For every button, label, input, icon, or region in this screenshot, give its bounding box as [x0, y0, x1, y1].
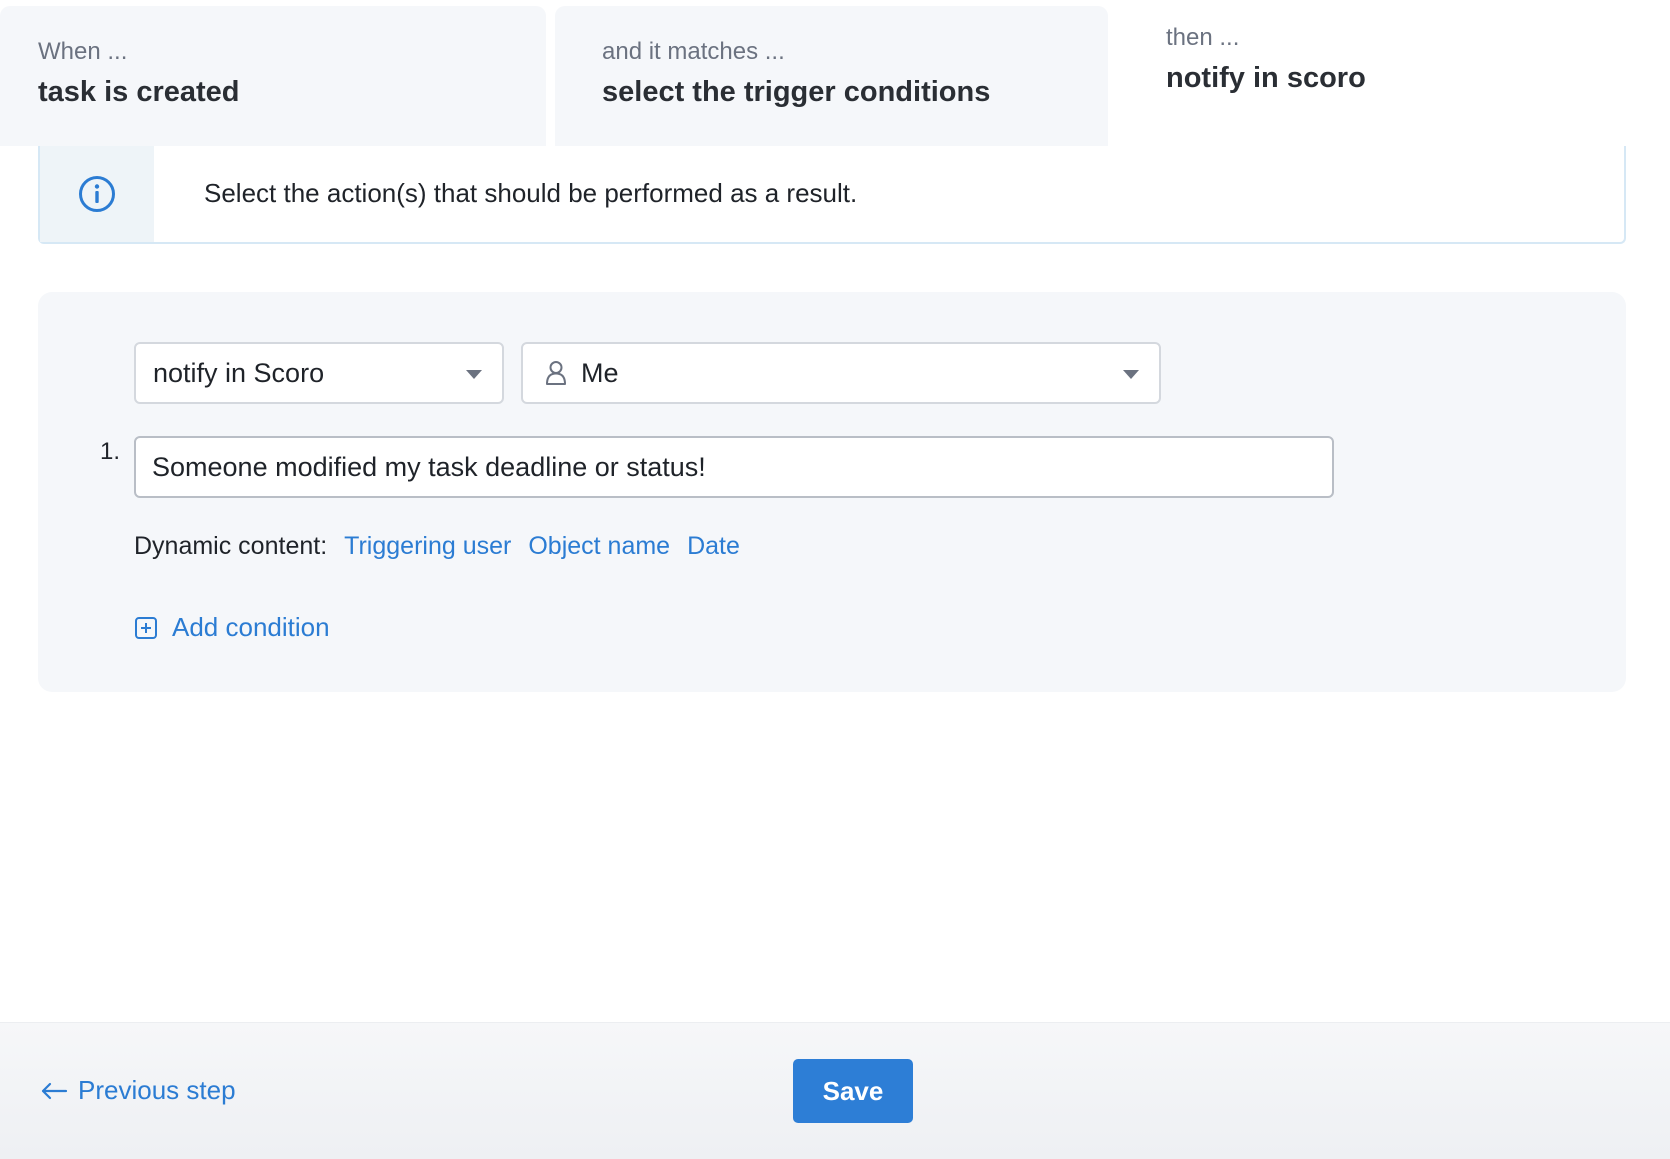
action-type-value: notify in Scoro	[153, 357, 325, 388]
dynamic-link-object-name[interactable]: Object name	[528, 532, 670, 561]
step-when-label: When ...	[38, 38, 128, 65]
info-icon	[79, 176, 115, 212]
chevron-down-icon	[466, 370, 482, 379]
step-then-value: notify in scoro	[1166, 62, 1366, 94]
footer-bar: Previous step Save	[0, 1022, 1670, 1159]
action-type-select[interactable]: notify in Scoro	[134, 342, 504, 404]
step-tab-when[interactable]: When ... task is created	[0, 6, 546, 146]
dynamic-content-label: Dynamic content:	[134, 532, 328, 560]
info-banner: Select the action(s) that should be perf…	[38, 146, 1626, 244]
action-row-number: 1.	[100, 438, 121, 465]
previous-step-label: Previous step	[78, 1075, 236, 1105]
info-icon-container	[40, 146, 154, 242]
dynamic-content-row: Dynamic content: Triggering user Object …	[134, 532, 740, 561]
arrow-left-icon	[41, 1082, 68, 1099]
dynamic-link-triggering-user[interactable]: Triggering user	[344, 532, 511, 561]
info-text: Select the action(s) that should be perf…	[204, 178, 858, 208]
action-panel: notify in Scoro Me 1. Dynamic content: T…	[38, 292, 1626, 692]
step-tab-then[interactable]: then ... notify in scoro	[1118, 0, 1670, 150]
step-matches-label: and it matches ...	[602, 38, 785, 65]
add-condition-button[interactable]: Add condition	[134, 612, 330, 643]
step-matches-value: select the trigger conditions	[602, 76, 991, 108]
notification-message-input[interactable]	[134, 436, 1334, 498]
add-condition-label: Add condition	[172, 612, 330, 642]
plus-square-icon	[135, 616, 157, 639]
step-tab-matches[interactable]: and it matches ... select the trigger co…	[555, 6, 1108, 146]
recipient-select[interactable]: Me	[521, 342, 1161, 404]
save-button[interactable]: Save	[793, 1059, 913, 1123]
chevron-down-icon	[1123, 370, 1139, 379]
recipient-value: Me	[581, 357, 619, 388]
user-icon	[546, 361, 566, 385]
previous-step-link[interactable]: Previous step	[40, 1075, 236, 1106]
step-then-label: then ...	[1166, 24, 1240, 51]
step-when-value: task is created	[38, 76, 240, 108]
dynamic-link-date[interactable]: Date	[687, 532, 740, 561]
